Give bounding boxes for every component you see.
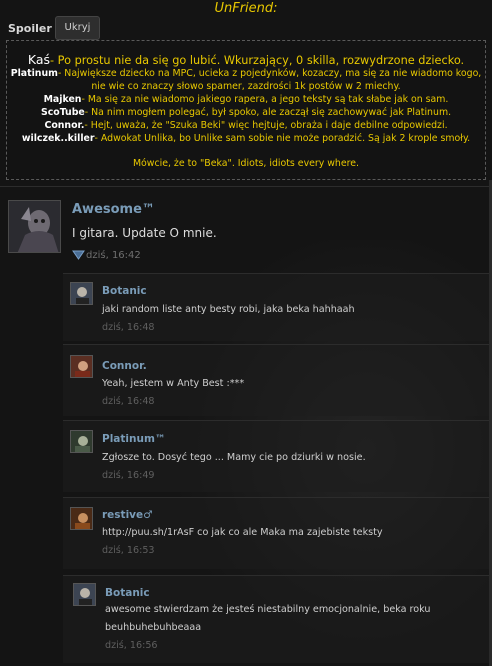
comment: Platinum™ Zgłosze to. Dosyć tego ... Mam…: [63, 420, 490, 492]
comment-author[interactable]: Botanic: [105, 587, 150, 599]
spoiler-line-text: - Po prostu nie da się go lubić. Wkurzaj…: [50, 54, 465, 67]
comment: Botanic jaki random liste anty besty rob…: [63, 273, 490, 341]
spoiler-line: ScoTube- Na nim mogłem polegać, był spok…: [0, 107, 492, 118]
avatar[interactable]: [70, 507, 93, 530]
comment-text: awesome stwierdzam że jesteś niestabilny…: [105, 604, 431, 615]
comment-time: dziś, 16:49: [102, 470, 155, 481]
spoiler-line: nie wie co znaczy słowo spamer, zazdrośc…: [0, 81, 492, 92]
avatar[interactable]: [70, 355, 93, 378]
avatar[interactable]: [73, 583, 96, 606]
comment-author[interactable]: Connor.: [102, 360, 147, 372]
post-time: dziś, 16:42: [86, 250, 141, 261]
spoiler-line-text: - Ma się za nie wiadomo jakiego rapera, …: [81, 94, 449, 105]
spoiler-line-text: - Hejt, uważa, że "Szuka Beki" więc hejt…: [84, 120, 448, 131]
avatar[interactable]: [8, 200, 61, 253]
comment: restive♂ http://puu.sh/1rAsF co jak co a…: [63, 497, 490, 569]
spoiler-line-text: nie wie co znaczy słowo spamer, zazdrośc…: [91, 81, 401, 92]
comment-time: dziś, 16:48: [102, 322, 155, 333]
spoiler-line-name: ScoTube: [40, 107, 85, 118]
spoiler-line-name: Majken: [43, 94, 82, 105]
spoiler-label: Spoiler: [8, 22, 52, 35]
spoiler-line-name: wilczek..killer: [21, 133, 95, 144]
comment: Connor. Yeah, jestem w Anty Best :*** dz…: [63, 344, 490, 416]
divider: [0, 186, 492, 187]
spoiler-line-text: - Największe dziecko na MPC, ucieka z po…: [57, 68, 482, 79]
spoiler-line: Majken- Ma się za nie wiadomo jakiego ra…: [0, 94, 492, 105]
comment-text: http://puu.sh/1rAsF co jak co ale Maka m…: [102, 527, 383, 538]
spoiler-line-text: - Na nim mogłem polegać, był spoko, ale …: [84, 107, 452, 118]
comment-time: dziś, 16:48: [102, 396, 155, 407]
comment-text: jaki random liste anty besty robi, jaka …: [102, 304, 355, 315]
spoiler-line-name: Connor.: [44, 120, 85, 131]
spoiler-line-name: Platinum: [10, 68, 58, 79]
spoiler-line: wilczek..killer- Adwokat Unlika, bo Unli…: [0, 133, 492, 144]
spoiler-line: Kaś- Po prostu nie da się go lubić. Wkur…: [0, 52, 492, 67]
spoiler-line-name: Kaś: [27, 52, 50, 67]
spoiler-line: Platinum- Największe dziecko na MPC, uci…: [0, 68, 492, 79]
spoiler-footer-text: Mówcie, że to "Beka". Idiots, idiots eve…: [132, 158, 360, 169]
vote-arrow-icon[interactable]: [72, 249, 85, 260]
comment-author[interactable]: Platinum™: [102, 433, 165, 445]
comment: Botanic awesome stwierdzam że jesteś nie…: [63, 575, 490, 663]
avatar[interactable]: [70, 282, 93, 305]
comment-text: Zgłosze to. Dosyć tego ... Mamy cie po d…: [102, 452, 366, 463]
comment-author[interactable]: restive♂: [102, 509, 153, 521]
post-text: I gitara. Update O mnie.: [72, 226, 217, 240]
comment-text: Yeah, jestem w Anty Best :***: [102, 378, 245, 389]
spoiler-line-text: - Adwokat Unlika, bo Unlike sam sobie ni…: [94, 133, 471, 144]
post-meta: dziś, 16:42: [72, 249, 141, 261]
post-author[interactable]: Awesome™: [72, 202, 155, 217]
spoiler-footer: Mówcie, że to "Beka". Idiots, idiots eve…: [0, 158, 492, 169]
unfriend-heading: UnFriend:: [214, 1, 278, 16]
comment-text: beuhbuhebuhbeaaa: [105, 622, 202, 633]
comment-time: dziś, 16:56: [105, 640, 158, 651]
spoiler-hide-button[interactable]: Ukryj: [55, 16, 100, 40]
comment-author[interactable]: Botanic: [102, 285, 147, 297]
comment-time: dziś, 16:53: [102, 545, 155, 556]
avatar[interactable]: [70, 430, 93, 453]
spoiler-line: Connor.- Hejt, uważa, że "Szuka Beki" wi…: [0, 120, 492, 131]
